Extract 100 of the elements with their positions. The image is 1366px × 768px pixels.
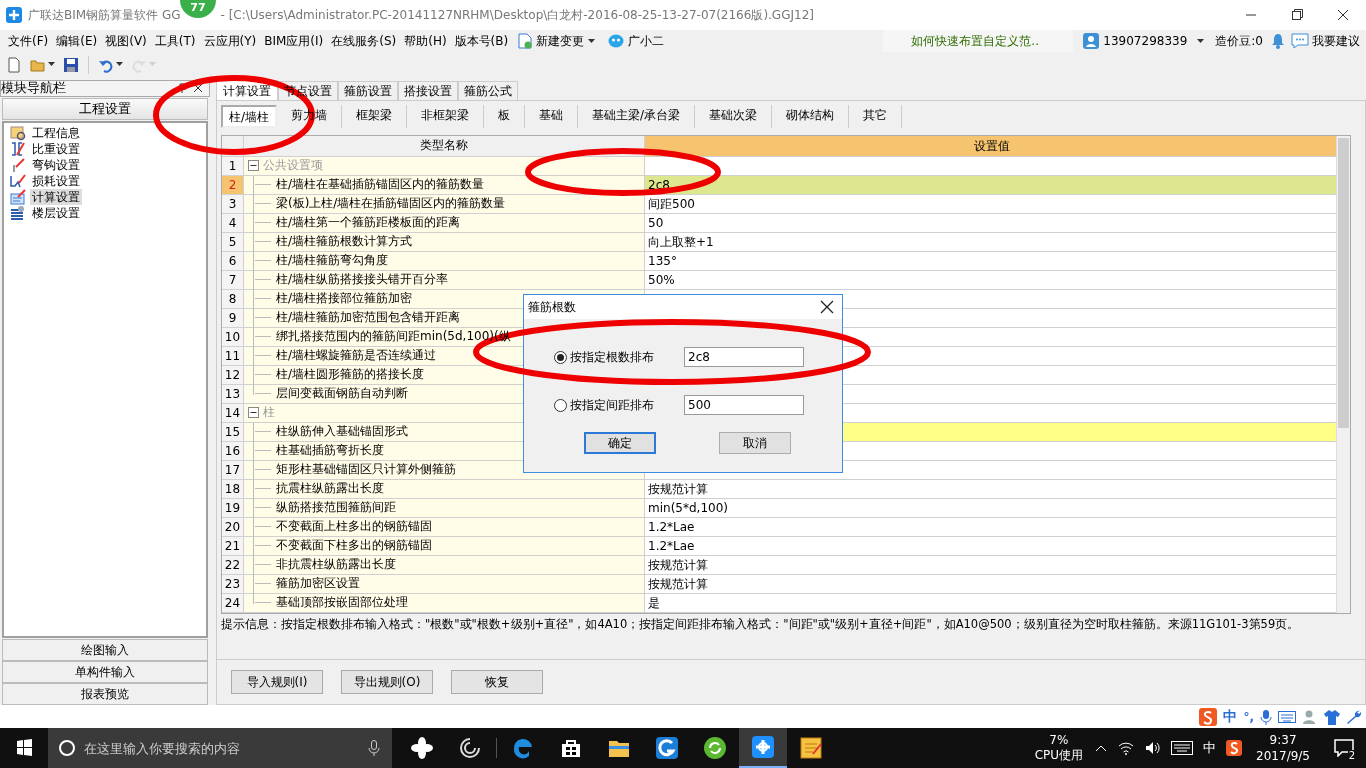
table-cell: 柱/墙柱箍筋弯勾角度 xyxy=(254,252,389,270)
menu-item[interactable]: BIM应用(I) xyxy=(260,32,328,50)
input-language[interactable]: 中 xyxy=(1203,739,1217,757)
value-cell[interactable]: 向上取整+1 xyxy=(645,232,1336,251)
table-cell: 矩形柱基础锚固区只计算外侧箍筋 xyxy=(254,461,456,479)
tree-item[interactable]: 计算设置 xyxy=(30,188,82,205)
value-cell[interactable]: 1.2*Lae xyxy=(645,517,1336,536)
tab[interactable]: 箍筋公式 xyxy=(458,80,518,100)
settings-page-icon xyxy=(10,172,26,189)
menu-item[interactable]: 帮助(H) xyxy=(400,32,451,50)
user-account[interactable]: 13907298339 xyxy=(1103,34,1188,48)
collapse-icon[interactable] xyxy=(248,160,259,172)
notepad-icon xyxy=(799,736,823,760)
punctuation-toggle[interactable]: °, xyxy=(1243,709,1254,724)
search-field[interactable]: 在这里输入你要搜索的内容 xyxy=(48,728,392,768)
tree-item[interactable]: 损耗设置 xyxy=(30,172,82,189)
dialog-button[interactable]: 取消 xyxy=(719,432,791,454)
settings-page-icon xyxy=(10,124,26,141)
scrollbar[interactable] xyxy=(1336,135,1350,613)
value-cell[interactable]: 1.2*Lae xyxy=(645,536,1336,555)
tab[interactable]: 其它 xyxy=(849,104,903,128)
swirl-icon xyxy=(458,736,482,760)
tab[interactable]: 框架梁 xyxy=(342,104,408,128)
input-mode-toggle[interactable]: 中 xyxy=(1223,707,1238,726)
close-icon[interactable] xyxy=(193,83,203,94)
ime-logo-icon[interactable] xyxy=(1226,740,1243,756)
table-cell: 柱/墙柱螺旋箍筋是否连续通过 xyxy=(254,347,437,365)
cortana-icon xyxy=(58,739,76,757)
notification-button[interactable]: 2 xyxy=(1322,728,1366,768)
menu-item[interactable]: 在线服务(S) xyxy=(327,32,401,50)
value-cell[interactable]: 50 xyxy=(645,213,1336,232)
radio-button[interactable]: 按指定根数排布 xyxy=(554,348,654,366)
tab[interactable]: 基础 xyxy=(525,104,579,128)
pin-icon[interactable] xyxy=(177,83,187,94)
tree-item[interactable]: 工程信息 xyxy=(30,124,82,141)
value-cell[interactable]: 按规范计算 xyxy=(645,555,1336,574)
tab[interactable]: 砌体结构 xyxy=(772,104,850,128)
section-button[interactable]: 报表预览 xyxy=(2,683,208,706)
tip-link[interactable]: 如何快速布置自定义范.. xyxy=(883,30,1074,52)
value-cell[interactable]: 间距500 xyxy=(645,194,1336,213)
group-label: 柱 xyxy=(263,404,275,422)
action-button[interactable]: 导入规则(I) xyxy=(231,670,323,695)
action-button[interactable]: 恢复 xyxy=(451,670,543,695)
menu-item[interactable]: 版本号(B) xyxy=(450,32,513,50)
table-cell: 柱/墙柱纵筋搭接接头错开百分率 xyxy=(254,271,449,289)
tab[interactable]: 基础主梁/承台梁 xyxy=(578,104,696,128)
taskbar-button[interactable] xyxy=(739,728,787,768)
tree-item[interactable]: 楼层设置 xyxy=(30,204,82,221)
menu-item[interactable]: 文件(F) xyxy=(4,32,53,50)
chevron-up-icon[interactable] xyxy=(1095,744,1108,752)
tree-item[interactable]: 弯钩设置 xyxy=(30,156,82,173)
collapse-icon[interactable] xyxy=(248,407,259,419)
action-button[interactable]: 导出规则(O) xyxy=(341,670,433,695)
section-button[interactable]: 单构件输入 xyxy=(2,661,208,684)
value-cell[interactable]: 按规范计算 xyxy=(645,479,1336,498)
table-cell: 柱基础插筋弯折长度 xyxy=(254,442,384,460)
tree-item[interactable]: 比重设置 xyxy=(30,140,82,157)
tab[interactable]: 箍筋设置 xyxy=(338,80,398,100)
clock[interactable]: 9:37 2017/9/5 xyxy=(1242,732,1322,764)
value-cell[interactable]: 50% xyxy=(645,270,1336,289)
table-cell: 柱纵筋伸入基础锚固形式 xyxy=(254,423,408,441)
tab[interactable]: 搭接设置 xyxy=(398,80,458,100)
section-button[interactable]: 绘图输入 xyxy=(2,639,208,662)
menu-item[interactable]: 编辑(E) xyxy=(52,32,102,50)
table-cell: 纵筋搭接范围箍筋间距 xyxy=(254,499,396,517)
tab[interactable]: 柱/墙柱 xyxy=(221,104,278,128)
menu-item[interactable]: 新建变更 xyxy=(512,32,603,50)
caret-icon[interactable] xyxy=(1197,38,1206,44)
input-field[interactable]: 2c8 xyxy=(684,347,804,367)
dialog-button[interactable]: 确定 xyxy=(584,432,656,454)
section-button[interactable]: 工程设置 xyxy=(2,97,208,120)
microphone-icon[interactable] xyxy=(1260,708,1272,725)
input-field[interactable]: 500 xyxy=(684,395,804,415)
table-cell: 抗震柱纵筋露出长度 xyxy=(254,480,384,498)
tab[interactable]: 非框架梁 xyxy=(407,104,485,128)
menu-item[interactable]: 工具(T) xyxy=(150,32,200,50)
bell-icon[interactable] xyxy=(1271,33,1285,49)
volume-icon[interactable] xyxy=(1145,740,1162,756)
tab[interactable]: 基础次梁 xyxy=(695,104,773,128)
table-cell: 绑扎搭接范围内的箍筋间距min(5d,100)(纵 xyxy=(254,328,511,346)
radio-button[interactable]: 按指定间距排布 xyxy=(554,396,654,414)
menu-item[interactable]: 云应用(Y) xyxy=(199,32,261,50)
window-title: 广联达BIM钢筋算量软件 GG xyxy=(28,6,181,24)
close-icon[interactable] xyxy=(820,300,834,314)
menu-item[interactable]: 广小二 xyxy=(602,32,671,50)
menu-item[interactable]: 视图(V) xyxy=(101,32,151,50)
tab[interactable]: 板 xyxy=(484,104,526,128)
value-cell[interactable]: 135° xyxy=(645,251,1336,270)
dialog-title: 箍筋根数 xyxy=(528,298,576,316)
settings-page-icon xyxy=(10,188,26,205)
table-cell: 柱/墙柱圆形箍筋的搭接长度 xyxy=(254,366,425,384)
value-cell[interactable]: 是 xyxy=(645,593,1336,612)
value-cell[interactable]: min(5*d,100) xyxy=(645,498,1336,517)
shirt-icon[interactable] xyxy=(1324,708,1340,725)
microphone-icon[interactable] xyxy=(368,740,380,756)
suggest-link[interactable]: 我要建议 xyxy=(1291,32,1360,50)
value-cell[interactable]: 按规范计算 xyxy=(645,574,1336,593)
wrench-icon[interactable] xyxy=(1346,708,1362,725)
app-icon xyxy=(6,7,22,23)
wifi-icon[interactable] xyxy=(1117,740,1136,756)
